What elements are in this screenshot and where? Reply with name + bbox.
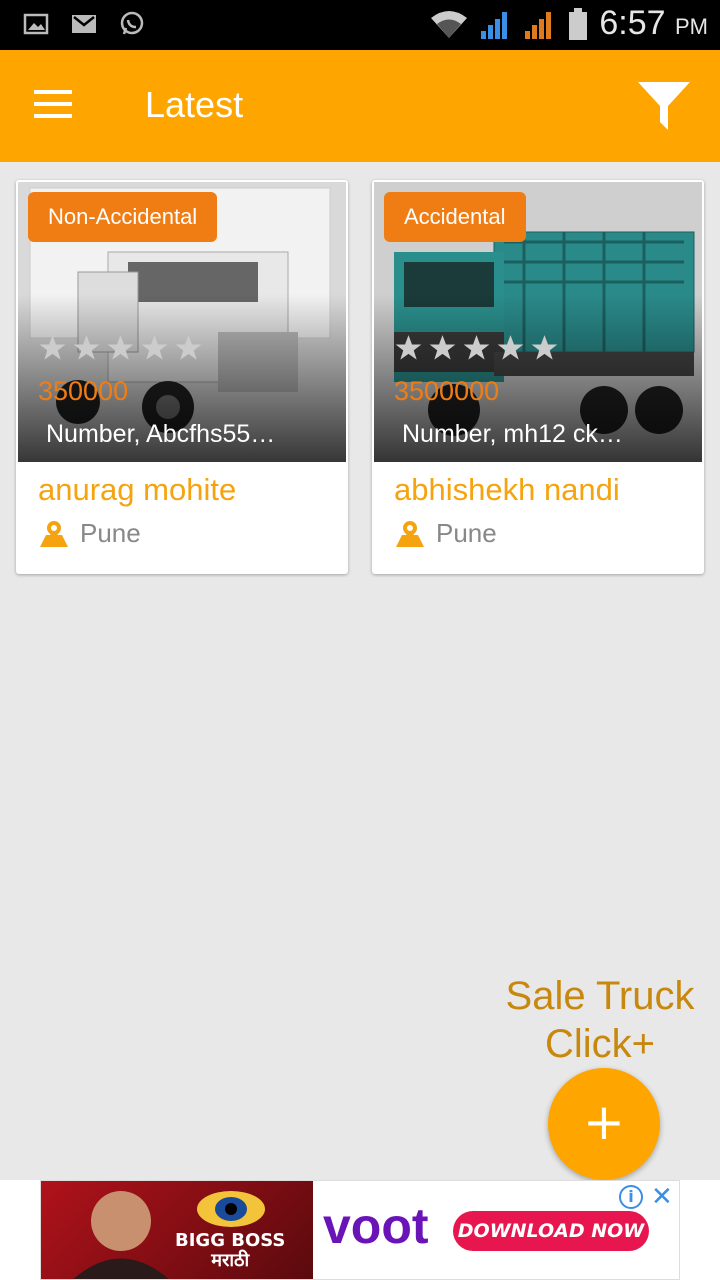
listing-card[interactable]: Accidental 3500000 Number, mh12 ck… abhi… <box>372 180 704 574</box>
ad-image: BIGG BOSS मराठी <box>41 1181 313 1279</box>
clock: 6:57 PM <box>599 4 708 42</box>
whatsapp-icon <box>120 11 144 35</box>
sale-truck-line1: Sale Truck <box>505 974 695 1018</box>
price: 350000 <box>38 376 129 406</box>
ad-info-icon[interactable]: i <box>619 1185 643 1209</box>
truck-image: Non-Accidental 350000 Number, Abcfhs55… <box>18 182 346 462</box>
star-icon[interactable] <box>38 334 67 362</box>
star-icon[interactable] <box>394 334 423 362</box>
download-now-button[interactable]: DOWNLOAD NOW <box>453 1211 649 1251</box>
gallery-icon <box>23 13 49 35</box>
owner-name: abhishekh nandi <box>394 472 620 507</box>
ad-close-icon[interactable]: ✕ <box>651 1183 673 1211</box>
location-row: Pune <box>394 518 497 549</box>
star-icon[interactable] <box>106 334 135 362</box>
star-icon[interactable] <box>174 334 203 362</box>
battery-icon <box>569 7 588 40</box>
city: Pune <box>80 518 141 548</box>
vehicle-number: Number, Abcfhs55… <box>46 420 276 448</box>
star-icon[interactable] <box>140 334 169 362</box>
ad-brand: BIGG BOSS मराठी <box>175 1230 286 1271</box>
location-row: Pune <box>38 518 141 549</box>
city: Pune <box>436 518 497 548</box>
ad-logo: voot <box>323 1198 429 1254</box>
vehicle-number: Number, mh12 ck… <box>402 420 623 448</box>
signal-icon <box>481 11 508 39</box>
star-icon[interactable] <box>462 334 491 362</box>
listing-card[interactable]: Non-Accidental 350000 Number, Abcfhs55… … <box>16 180 348 574</box>
add-truck-button[interactable]: + <box>548 1068 660 1180</box>
signal-icon-2 <box>525 11 552 39</box>
price: 3500000 <box>394 376 500 406</box>
owner-name: anurag mohite <box>38 472 237 507</box>
rating-stars[interactable] <box>38 334 203 362</box>
map-pin-icon <box>396 520 424 547</box>
condition-badge: Accidental <box>384 192 526 242</box>
map-pin-icon <box>40 520 68 547</box>
gmail-icon <box>72 15 96 33</box>
sale-truck-label: Sale Truck Click+ <box>500 972 700 1068</box>
app-bar: Latest <box>0 50 720 162</box>
truck-image: Accidental 3500000 Number, mh12 ck… <box>374 182 702 462</box>
page-title: Latest <box>145 84 244 125</box>
wifi-icon <box>431 10 468 38</box>
ad-banner[interactable]: BIGG BOSS मराठी voot DOWNLOAD NOW i ✕ <box>40 1180 680 1280</box>
star-icon[interactable] <box>496 334 525 362</box>
condition-badge: Non-Accidental <box>28 192 218 242</box>
rating-stars[interactable] <box>394 334 559 362</box>
sale-truck-line2: Click+ <box>544 1022 656 1066</box>
status-bar: 6:57 PM <box>0 0 720 50</box>
star-icon[interactable] <box>530 334 559 362</box>
ad-banner-container: BIGG BOSS मराठी voot DOWNLOAD NOW i ✕ <box>0 1180 720 1280</box>
hamburger-menu-icon[interactable] <box>34 90 78 124</box>
filter-icon[interactable] <box>636 78 692 134</box>
star-icon[interactable] <box>72 334 101 362</box>
star-icon[interactable] <box>428 334 457 362</box>
